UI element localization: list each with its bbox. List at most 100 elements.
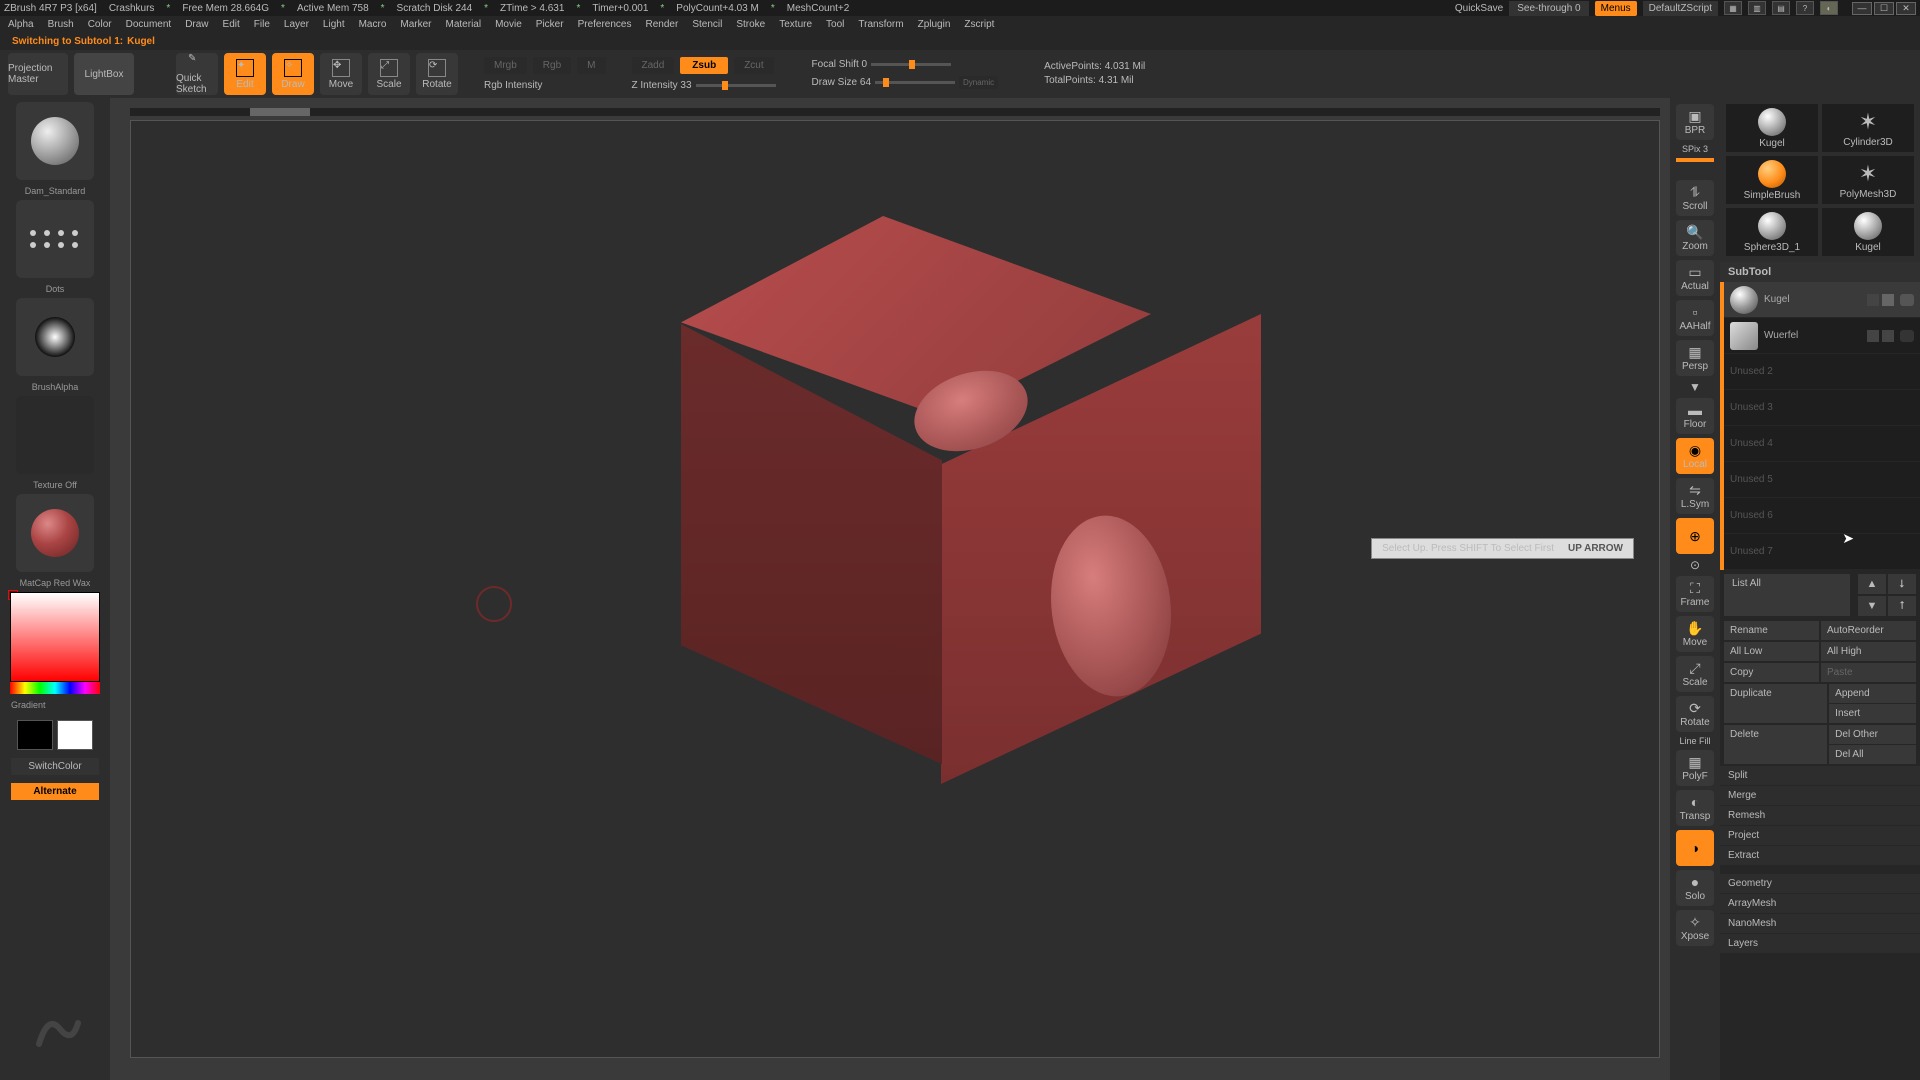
primary-color-swatch[interactable]	[57, 720, 93, 750]
append-button[interactable]: Append	[1829, 684, 1916, 703]
lightbox-button[interactable]: LightBox	[74, 53, 134, 95]
focal-shift-label[interactable]: Focal Shift 0	[812, 59, 868, 70]
delete-button[interactable]: Delete	[1724, 725, 1827, 764]
split-section[interactable]: Split	[1720, 766, 1920, 785]
subtool-movedown-button[interactable]: ⭣	[1888, 574, 1916, 594]
layout-icon-3[interactable]: ▤	[1772, 1, 1790, 15]
subtool-item-empty[interactable]: Unused 2	[1724, 354, 1920, 390]
delother-button[interactable]: Del Other	[1829, 725, 1916, 744]
bpr-button[interactable]: ▣BPR	[1676, 104, 1714, 140]
floor-button[interactable]: ▬Floor	[1676, 398, 1714, 434]
quicksketch-button[interactable]: ✎Quick Sketch	[176, 53, 218, 95]
menu-draw[interactable]: Draw	[185, 19, 208, 30]
insert-button[interactable]: Insert	[1829, 704, 1916, 723]
layout-icon-1[interactable]: ▦	[1724, 1, 1742, 15]
mrgb-button[interactable]: Mrgb	[484, 57, 527, 74]
delall-button[interactable]: Del All	[1829, 745, 1916, 764]
zsub-button[interactable]: Zsub	[680, 57, 728, 74]
menu-movie[interactable]: Movie	[495, 19, 522, 30]
copy-button[interactable]: Copy	[1724, 663, 1819, 682]
dropdown-icon[interactable]: ▼	[1689, 380, 1701, 394]
texture-selector[interactable]	[16, 396, 94, 474]
spix-label[interactable]: SPix 3	[1682, 144, 1708, 154]
menu-document[interactable]: Document	[126, 19, 172, 30]
tool-kugel2[interactable]: Kugel	[1822, 208, 1914, 256]
move-button[interactable]: ✥Move	[320, 53, 362, 95]
ghost-button[interactable]: ◑	[1676, 830, 1714, 866]
quicksave-button[interactable]: QuickSave	[1455, 3, 1503, 14]
persp-button[interactable]: ▦Persp	[1676, 340, 1714, 376]
subtool-item-empty[interactable]: Unused 5	[1724, 462, 1920, 498]
projection-master-button[interactable]: Projection Master	[8, 53, 68, 95]
frame-button[interactable]: ⛶Frame	[1676, 576, 1714, 612]
geometry-section[interactable]: Geometry	[1720, 874, 1920, 893]
help-icon[interactable]: ?	[1796, 1, 1814, 15]
menu-layer[interactable]: Layer	[284, 19, 309, 30]
material-selector[interactable]	[16, 494, 94, 572]
polyf-button[interactable]: ▦PolyF	[1676, 750, 1714, 786]
brush-selector[interactable]	[16, 102, 94, 180]
zcut-button[interactable]: Zcut	[734, 57, 773, 74]
stroke-selector[interactable]	[16, 200, 94, 278]
arraymesh-section[interactable]: ArrayMesh	[1720, 894, 1920, 913]
seethrough-slider[interactable]: See-through 0	[1509, 1, 1588, 16]
autoreorder-button[interactable]: AutoReorder	[1821, 621, 1916, 640]
menu-tool[interactable]: Tool	[826, 19, 844, 30]
draw-button[interactable]: ✧Draw	[272, 53, 314, 95]
menu-render[interactable]: Render	[646, 19, 679, 30]
duplicate-button[interactable]: Duplicate	[1724, 684, 1827, 723]
subtool-item-empty[interactable]: Unused 4	[1724, 426, 1920, 462]
rgb-button[interactable]: Rgb	[533, 57, 571, 74]
hue-slider[interactable]	[10, 682, 100, 694]
tool-cylinder[interactable]: ✶Cylinder3D	[1822, 104, 1914, 152]
maximize-icon[interactable]: ☐	[1874, 2, 1894, 15]
menu-file[interactable]: File	[254, 19, 270, 30]
scroll-button[interactable]: ⥮Scroll	[1676, 180, 1714, 216]
allhigh-button[interactable]: All High	[1821, 642, 1916, 661]
rename-button[interactable]: Rename	[1724, 621, 1819, 640]
menus-toggle[interactable]: Menus	[1595, 1, 1637, 16]
aahalf-button[interactable]: ▫AAHalf	[1676, 300, 1714, 336]
subtool-item-empty[interactable]: Unused 7	[1724, 534, 1920, 570]
tool-kugel[interactable]: Kugel	[1726, 104, 1818, 152]
menu-stroke[interactable]: Stroke	[736, 19, 765, 30]
zoom-button[interactable]: 🔍Zoom	[1676, 220, 1714, 256]
switchcolor-button[interactable]: SwitchColor	[11, 758, 99, 775]
alpha-selector[interactable]	[16, 298, 94, 376]
menu-edit[interactable]: Edit	[223, 19, 240, 30]
menu-alpha[interactable]: Alpha	[8, 19, 34, 30]
merge-section[interactable]: Merge	[1720, 786, 1920, 805]
remesh-section[interactable]: Remesh	[1720, 806, 1920, 825]
menu-preferences[interactable]: Preferences	[578, 19, 632, 30]
menu-texture[interactable]: Texture	[779, 19, 812, 30]
listall-button[interactable]: List All	[1724, 574, 1850, 616]
tool-sphere3d[interactable]: Sphere3D_1	[1726, 208, 1818, 256]
menu-zscript[interactable]: Zscript	[964, 19, 994, 30]
secondary-color-swatch[interactable]	[17, 720, 53, 750]
subtool-item-wuerfel[interactable]: Wuerfel	[1724, 318, 1920, 354]
subtool-up-button[interactable]: ▲	[1858, 574, 1886, 594]
paste-button[interactable]: Paste	[1821, 663, 1916, 682]
project-section[interactable]: Project	[1720, 826, 1920, 845]
color-icon[interactable]: ◐	[1820, 1, 1838, 15]
nanomesh-section[interactable]: NanoMesh	[1720, 914, 1920, 933]
subtool-header[interactable]: SubTool	[1720, 262, 1920, 282]
scale-button[interactable]: ⤢Scale	[368, 53, 410, 95]
layout-icon-2[interactable]: ▥	[1748, 1, 1766, 15]
subtool-item-empty[interactable]: Unused 6	[1724, 498, 1920, 534]
zadd-button[interactable]: Zadd	[632, 57, 675, 74]
tool-polymesh[interactable]: ✶PolyMesh3D	[1822, 156, 1914, 204]
transp-button[interactable]: ◐Transp	[1676, 790, 1714, 826]
eye-icon[interactable]	[1900, 330, 1914, 342]
close-icon[interactable]: ✕	[1896, 2, 1916, 15]
subtool-moveup-button[interactable]: ⭡	[1888, 596, 1916, 616]
subtool-item-empty[interactable]: Unused 3	[1724, 390, 1920, 426]
extract-section[interactable]: Extract	[1720, 846, 1920, 865]
move-nav-button[interactable]: ✋Move	[1676, 616, 1714, 652]
menu-material[interactable]: Material	[446, 19, 482, 30]
menu-stencil[interactable]: Stencil	[692, 19, 722, 30]
default-zscript[interactable]: DefaultZScript	[1643, 1, 1718, 16]
rotate-button[interactable]: ⟳Rotate	[416, 53, 458, 95]
viewport[interactable]	[130, 120, 1660, 1058]
menu-picker[interactable]: Picker	[536, 19, 564, 30]
